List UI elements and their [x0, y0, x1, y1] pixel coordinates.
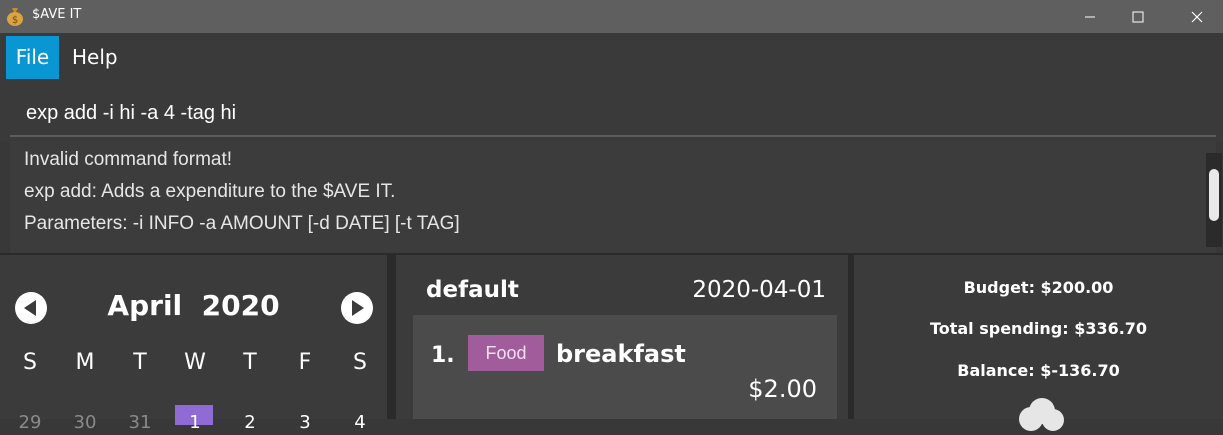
weekday-label: M: [75, 350, 95, 375]
calendar-day[interactable]: 31: [120, 412, 160, 433]
money-bag-icon: $: [7, 8, 23, 26]
balance-label: Balance: $-136.70: [957, 361, 1120, 380]
expenditure-amount: $2.00: [748, 375, 817, 403]
cloud-icon: [1019, 398, 1064, 431]
expenditure-list-panel: default 2020-04-01 1. Food breakfast $2.…: [396, 255, 848, 419]
weekday-label: T: [243, 350, 257, 375]
scrollbar-thumb[interactable]: [1209, 169, 1219, 221]
budget-label: Budget: $200.00: [963, 278, 1114, 297]
command-input[interactable]: [10, 91, 1216, 137]
next-month-button[interactable]: [340, 291, 374, 325]
calendar-day[interactable]: 2: [230, 412, 270, 433]
result-line: exp add: Adds a expenditure to the $AVE …: [24, 181, 396, 202]
minimize-button[interactable]: [1064, 0, 1116, 33]
bottom-area: April 2020 S M T W T F S 29 30 31 1 2 3 …: [0, 253, 1223, 433]
close-button[interactable]: [1171, 0, 1223, 33]
calendar-month-year: April 2020: [0, 289, 387, 322]
stats-panel: Budget: $200.00 Total spending: $336.70 …: [854, 255, 1223, 431]
weekday-label: S: [23, 350, 37, 375]
calendar-year: 2020: [201, 289, 280, 322]
calendar-month: April: [107, 289, 183, 322]
weekday-label: S: [353, 350, 367, 375]
result-scrollbar[interactable]: [1206, 153, 1222, 247]
menu-bar: File Help: [0, 33, 1223, 79]
calendar-day-selected[interactable]: 1: [175, 412, 215, 433]
calendar-day[interactable]: 29: [10, 412, 50, 433]
account-name: default: [426, 277, 519, 303]
expenditure-tag: Food: [468, 335, 544, 371]
maximize-button[interactable]: [1112, 0, 1164, 33]
close-icon: [1191, 11, 1203, 22]
menu-file[interactable]: File: [6, 36, 59, 79]
command-box: [0, 79, 1223, 141]
minimize-icon: [1085, 16, 1095, 17]
expenditure-card[interactable]: 1. Food breakfast $2.00: [413, 315, 837, 419]
expenditure-index: 1.: [431, 343, 455, 368]
calendar-day[interactable]: 30: [65, 412, 105, 433]
window-title: $AVE IT: [32, 7, 82, 22]
svg-text:$: $: [12, 15, 18, 26]
weekday-label: W: [184, 350, 206, 375]
result-display: Invalid command format! exp add: Adds a …: [10, 141, 1222, 253]
expenditure-info: breakfast: [556, 340, 686, 368]
calendar-day[interactable]: 3: [285, 412, 325, 433]
menu-help[interactable]: Help: [62, 36, 128, 79]
result-line: Invalid command format!: [24, 149, 233, 170]
calendar-panel: April 2020 S M T W T F S 29 30 31 1 2 3 …: [0, 255, 387, 433]
weekday-label: F: [298, 350, 312, 375]
result-line: Parameters: -i INFO -a AMOUNT [-d DATE] …: [24, 213, 460, 234]
title-bar: $ $AVE IT: [0, 0, 1223, 33]
account-date: 2020-04-01: [692, 277, 826, 303]
total-spending-label: Total spending: $336.70: [929, 319, 1148, 338]
weekday-label: T: [133, 350, 147, 375]
calendar-day[interactable]: 4: [340, 412, 380, 433]
maximize-icon: [1132, 11, 1144, 22]
